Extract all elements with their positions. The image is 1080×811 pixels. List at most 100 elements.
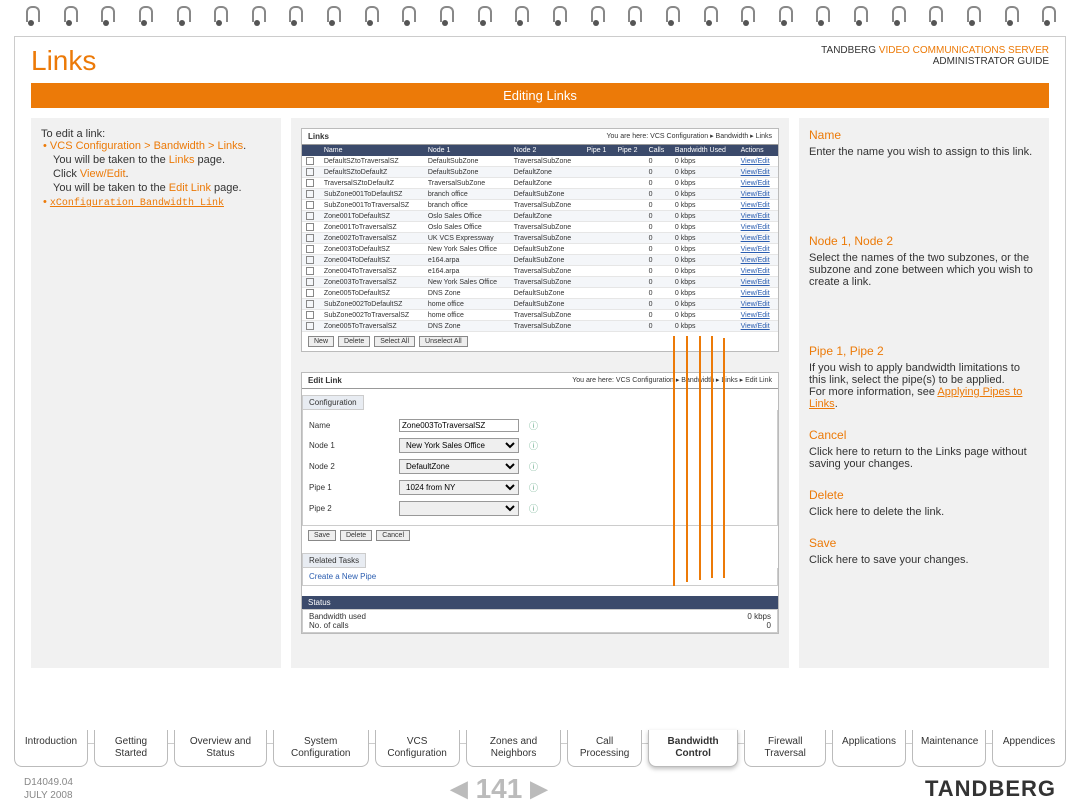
info-icon[interactable]: ⓘ (529, 460, 538, 473)
table-row: Zone002ToTraversalSZUK VCS ExpresswayTra… (302, 233, 778, 244)
table-row: SubZone001ToDefaultSZbranch officeDefaul… (302, 189, 778, 200)
tab-overview-and-status[interactable]: Overview and Status (174, 730, 267, 767)
view-edit-link[interactable]: View/Edit (741, 290, 770, 297)
node2-select[interactable]: DefaultZone (399, 459, 519, 474)
row-checkbox[interactable] (306, 201, 314, 209)
tab-getting-started[interactable]: Getting Started (94, 730, 168, 767)
view-edit-link[interactable]: View/Edit (741, 213, 770, 220)
node1-select[interactable]: New York Sales Office (399, 438, 519, 453)
callout-pipe-header: Pipe 1, Pipe 2 (809, 344, 1039, 358)
table-row: Zone001ToDefaultSZOslo Sales OfficeDefau… (302, 211, 778, 222)
view-edit-link[interactable]: View/Edit (741, 257, 770, 264)
row-checkbox[interactable] (306, 234, 314, 242)
view-edit-link[interactable]: View/Edit (741, 312, 770, 319)
view-edit-link[interactable]: View/Edit (741, 224, 770, 231)
edit-link-ss-title: Edit Link (308, 376, 342, 385)
info-icon[interactable]: ⓘ (529, 481, 538, 494)
callout-delete-body: Click here to delete the link. (809, 506, 1039, 518)
node2-label: Node 2 (309, 462, 389, 471)
screenshots-panel: LinksYou are here: VCS Configuration ▸ B… (291, 118, 789, 668)
row-checkbox[interactable] (306, 267, 314, 275)
xconfiguration-cmd[interactable]: xConfiguration Bandwidth Link (50, 198, 224, 209)
table-row: Zone004ToTraversalSZe164.arpaTraversalSu… (302, 266, 778, 277)
row-checkbox[interactable] (306, 157, 314, 165)
select-all-button[interactable]: Select All (374, 336, 415, 347)
view-edit-link[interactable]: View/Edit (741, 301, 770, 308)
callout-save-header: Save (809, 536, 1039, 550)
row-checkbox[interactable] (306, 212, 314, 220)
view-edit-link[interactable]: View/Edit (741, 235, 770, 242)
links-page-ref[interactable]: Links (169, 154, 195, 166)
pipe1-select[interactable]: 1024 from NY (399, 480, 519, 495)
view-edit-link[interactable]: View/Edit (741, 268, 770, 275)
tab-system-configuration[interactable]: System Configuration (273, 730, 369, 767)
tab-firewall-traversal[interactable]: Firewall Traversal (744, 730, 826, 767)
delete-button[interactable]: Delete (340, 530, 372, 541)
node1-row: Node 1New York Sales Officeⓘ (303, 435, 777, 456)
cancel-button[interactable]: Cancel (376, 530, 410, 541)
edit-link-ref[interactable]: Edit Link (169, 182, 211, 194)
create-pipe-link[interactable]: Create a New Pipe (309, 572, 376, 581)
pipe2-label: Pipe 2 (309, 504, 389, 513)
callout-cancel-header: Cancel (809, 428, 1039, 442)
guide-label: ADMINISTRATOR GUIDE (821, 56, 1049, 67)
row-checkbox[interactable] (306, 168, 314, 176)
table-row: SubZone002ToDefaultSZhome officeDefaultS… (302, 299, 778, 310)
view-edit-link[interactable]: View/Edit (741, 279, 770, 286)
new-button[interactable]: New (308, 336, 334, 347)
view-edit-link[interactable]: View/Edit (741, 323, 770, 330)
callout-delete-header: Delete (809, 488, 1039, 502)
table-row: DefaultSZtoDefaultZDefaultSubZoneDefault… (302, 167, 778, 178)
info-icon[interactable]: ⓘ (529, 502, 538, 515)
row-checkbox[interactable] (306, 223, 314, 231)
info-icon[interactable]: ⓘ (529, 439, 538, 452)
view-edit-link[interactable]: View/Edit (741, 169, 770, 176)
row-checkbox[interactable] (306, 289, 314, 297)
configuration-tab[interactable]: Configuration (302, 395, 364, 410)
tab-applications[interactable]: Applications (832, 730, 906, 767)
view-edit-ref[interactable]: View/Edit (80, 168, 126, 180)
row-checkbox[interactable] (306, 245, 314, 253)
row-checkbox[interactable] (306, 300, 314, 308)
tab-zones-and-neighbors[interactable]: Zones and Neighbors (466, 730, 562, 767)
node2-row: Node 2 DefaultZone ⓘ (303, 456, 777, 477)
row-checkbox[interactable] (306, 179, 314, 187)
product-header: TANDBERG VIDEO COMMUNICATIONS SERVER ADM… (821, 45, 1049, 67)
tab-maintenance[interactable]: Maintenance (912, 730, 986, 767)
tab-bandwidth-control[interactable]: Bandwidth Control (648, 730, 739, 767)
row-checkbox[interactable] (306, 322, 314, 330)
info-icon[interactable]: ⓘ (529, 419, 538, 432)
pipe1-label: Pipe 1 (309, 483, 389, 492)
view-edit-link[interactable]: View/Edit (741, 191, 770, 198)
pipe2-select[interactable] (399, 501, 519, 516)
callouts-panel: NameEnter the name you wish to assign to… (799, 118, 1049, 668)
row-checkbox[interactable] (306, 190, 314, 198)
view-edit-link[interactable]: View/Edit (741, 246, 770, 253)
table-row: Zone004ToDefaultSZe164.arpaDefaultSubZon… (302, 255, 778, 266)
status-header: Status (302, 596, 778, 609)
view-edit-link[interactable]: View/Edit (741, 158, 770, 165)
nav-path[interactable]: VCS Configuration > Bandwidth > Links (50, 140, 243, 152)
instructions-intro: To edit a link: (41, 128, 271, 140)
tab-appendices[interactable]: Appendices (992, 730, 1066, 767)
delete-links-button[interactable]: Delete (338, 336, 370, 347)
row-checkbox[interactable] (306, 278, 314, 286)
row-checkbox[interactable] (306, 256, 314, 264)
callout-node-header: Node 1, Node 2 (809, 234, 1039, 248)
unselect-all-button[interactable]: Unselect All (419, 336, 468, 347)
prev-arrow-icon[interactable]: ◀ (451, 776, 468, 802)
tab-vcs-configuration[interactable]: VCS Configuration (375, 730, 460, 767)
page-number: ◀141▶ (451, 773, 548, 805)
row-checkbox[interactable] (306, 311, 314, 319)
next-arrow-icon[interactable]: ▶ (530, 776, 547, 802)
view-edit-link[interactable]: View/Edit (741, 180, 770, 187)
callout-name-body: Enter the name you wish to assign to thi… (809, 146, 1039, 158)
table-row: TraversalSZtoDefaultZTraversalSubZoneDef… (302, 178, 778, 189)
view-edit-link[interactable]: View/Edit (741, 202, 770, 209)
callout-cancel: CancelClick here to return to the Links … (809, 428, 1039, 470)
tab-introduction[interactable]: Introduction (14, 730, 88, 767)
tab-call-processing[interactable]: Call Processing (567, 730, 641, 767)
save-button[interactable]: Save (308, 530, 336, 541)
name-input[interactable] (399, 419, 519, 432)
callout-pipe: Pipe 1, Pipe 2If you wish to apply bandw… (809, 344, 1039, 410)
